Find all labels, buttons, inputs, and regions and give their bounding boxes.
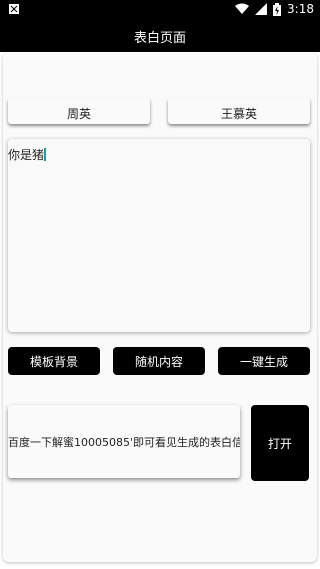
page-title: 表白页面 xyxy=(0,20,320,52)
recipient-name-value: 王慕英 xyxy=(220,107,257,121)
open-button[interactable]: 打开 xyxy=(251,405,309,481)
code-hint-text: 百度一下解蜜10005085'即可看见生成的表白信嘛 xyxy=(8,435,240,449)
status-bar: 3:18 xyxy=(0,0,320,20)
sender-name-value: 周英 xyxy=(66,107,91,121)
android-notification-icon xyxy=(9,4,19,14)
clock: 3:18 xyxy=(287,2,314,16)
template-background-button[interactable]: 模板背景 xyxy=(8,347,100,375)
sender-name-field[interactable]: 周英 xyxy=(8,98,150,124)
message-value: 你是猪 xyxy=(8,148,45,162)
battery-icon xyxy=(273,2,282,16)
message-textarea[interactable]: 你是猪 xyxy=(8,139,310,332)
wifi-icon xyxy=(235,3,250,14)
one-click-generate-button[interactable]: 一键生成 xyxy=(218,347,310,375)
random-content-button[interactable]: 随机内容 xyxy=(113,347,205,375)
recipient-name-field[interactable]: 王慕英 xyxy=(168,98,310,124)
text-cursor xyxy=(44,148,47,161)
signal-icon xyxy=(255,3,268,15)
code-hint-field[interactable]: 百度一下解蜜10005085'即可看见生成的表白信嘛 xyxy=(8,405,240,478)
